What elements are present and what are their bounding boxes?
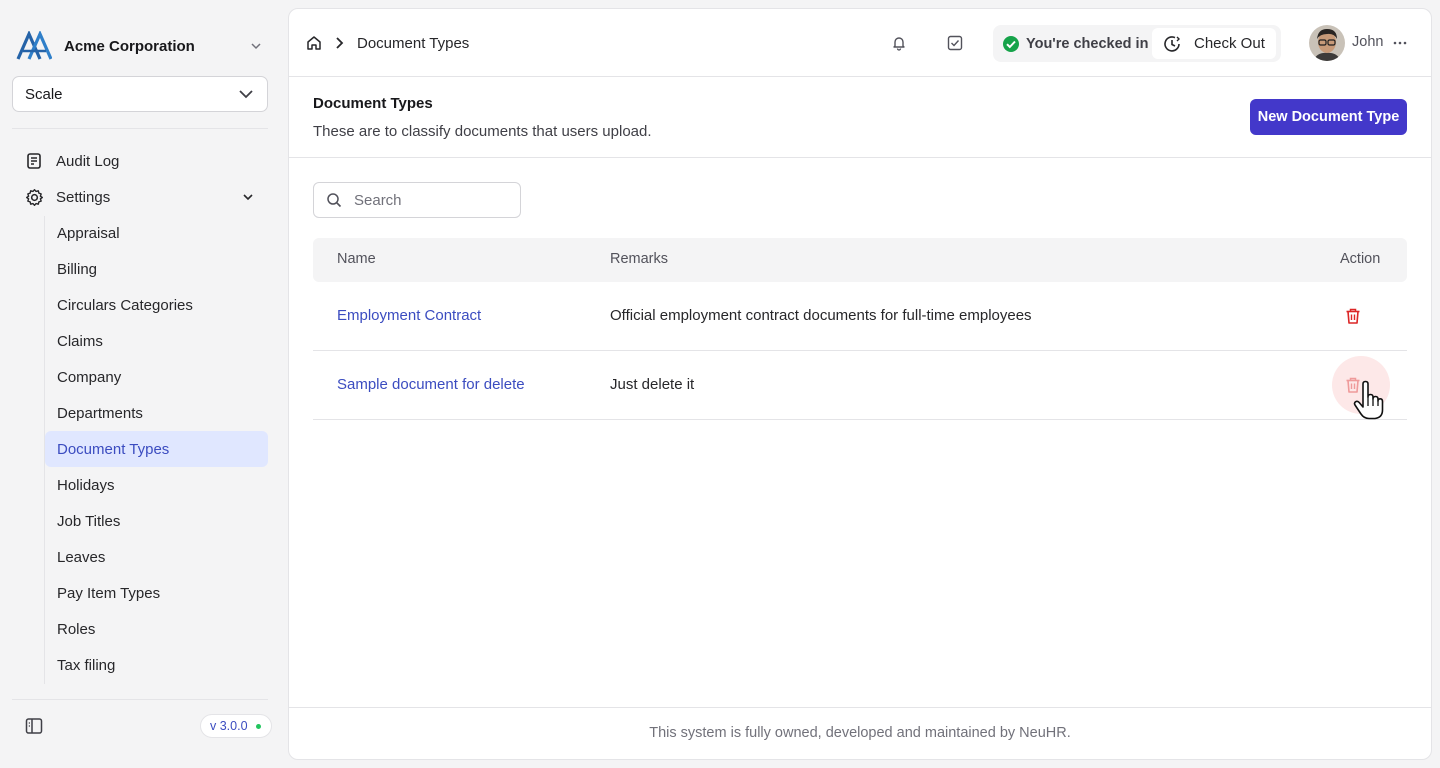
- home-icon[interactable]: [305, 34, 323, 52]
- sidebar-item-circulars-categories[interactable]: Circulars Categories: [45, 287, 268, 323]
- sidebar-divider: [12, 699, 268, 700]
- page-description: These are to classify documents that use…: [313, 123, 652, 140]
- sidebar-item-tax-filing[interactable]: Tax filing: [45, 647, 268, 683]
- sidebar-item-settings[interactable]: Settings: [12, 179, 268, 215]
- page-title: Document Types: [313, 95, 433, 112]
- chevron-down-icon: [243, 194, 253, 201]
- check-out-button[interactable]: Check Out: [1152, 28, 1276, 59]
- sidebar-item-departments[interactable]: Departments: [45, 395, 268, 431]
- check-circle-icon: [1003, 35, 1019, 52]
- version-badge: v 3.0.0: [200, 714, 272, 738]
- org-name: Acme Corporation: [64, 37, 195, 55]
- task-checkbox-icon[interactable]: [945, 33, 965, 53]
- sidebar-item-label: Audit Log: [56, 152, 120, 170]
- sidebar-item-holidays[interactable]: Holidays: [45, 467, 268, 503]
- trash-icon[interactable]: [1343, 306, 1363, 326]
- clock-icon: [1164, 35, 1180, 52]
- sidebar-item-document-types[interactable]: Document Types: [45, 431, 268, 467]
- document-type-remarks: Just delete it: [610, 376, 695, 393]
- org-switcher[interactable]: Acme Corporation: [16, 30, 268, 62]
- user-name[interactable]: John: [1352, 34, 1383, 50]
- gear-icon: [24, 187, 44, 207]
- sidebar-item-label: Settings: [56, 188, 111, 206]
- search-input[interactable]: [354, 191, 514, 209]
- column-header-remarks: Remarks: [610, 251, 669, 267]
- breadcrumb: Document Types: [305, 33, 469, 53]
- sidebar-item-roles[interactable]: Roles: [45, 611, 268, 647]
- sidebar-item-audit-log[interactable]: Audit Log: [12, 143, 268, 179]
- check-out-label: Check Out: [1194, 35, 1265, 52]
- sidebar-item-pay-item-types[interactable]: Pay Item Types: [45, 575, 268, 611]
- top-bar: Document Types You're checked in Check O…: [289, 9, 1431, 77]
- document-type-remarks: Official employment contract documents f…: [610, 307, 1032, 324]
- audit-log-icon: [24, 151, 44, 171]
- sidebar-item-company[interactable]: Company: [45, 359, 268, 395]
- checkin-status: You're checked in: [1026, 35, 1149, 52]
- table-header: Name Remarks Action: [313, 238, 1407, 282]
- status-dot: [255, 723, 261, 729]
- table-row: Employment Contract Official employment …: [313, 282, 1407, 351]
- document-types-table: Name Remarks Action Employment Contract …: [313, 238, 1407, 420]
- column-header-name: Name: [337, 251, 376, 267]
- bell-icon[interactable]: [889, 33, 909, 53]
- sidebar-item-billing[interactable]: Billing: [45, 251, 268, 287]
- checkin-widget: You're checked in Check Out: [993, 25, 1281, 62]
- scale-select[interactable]: Scale: [12, 76, 268, 112]
- footer-text: This system is fully owned, developed an…: [649, 725, 1071, 741]
- sidebar-item-claims[interactable]: Claims: [45, 323, 268, 359]
- document-type-name-link[interactable]: Sample document for delete: [337, 376, 525, 393]
- sidebar: Acme Corporation Scale Audit Log Setting…: [0, 0, 280, 768]
- sidebar-divider: [12, 128, 268, 129]
- chevron-down-icon: [239, 90, 253, 99]
- new-document-type-button[interactable]: New Document Type: [1250, 99, 1407, 135]
- trash-icon[interactable]: [1343, 375, 1363, 395]
- search-icon: [327, 193, 342, 208]
- acme-logo-icon: [16, 30, 52, 62]
- search-box[interactable]: [313, 182, 521, 218]
- sidebar-item-job-titles[interactable]: Job Titles: [45, 503, 268, 539]
- document-type-name-link[interactable]: Employment Contract: [337, 307, 481, 324]
- sidebar-collapse-icon[interactable]: [24, 716, 44, 736]
- main-panel: Document Types You're checked in Check O…: [288, 8, 1432, 760]
- version-label: v 3.0.0: [210, 719, 248, 733]
- page-header: Document Types These are to classify doc…: [289, 77, 1431, 158]
- breadcrumb-current: Document Types: [357, 34, 470, 52]
- chevron-down-icon: [251, 43, 261, 50]
- scale-select-value: Scale: [25, 85, 63, 103]
- column-header-action: Action: [1340, 251, 1381, 267]
- sidebar-item-leaves[interactable]: Leaves: [45, 539, 268, 575]
- chevron-right-icon: [336, 37, 344, 49]
- sidebar-item-appraisal[interactable]: Appraisal: [45, 215, 268, 251]
- avatar[interactable]: [1309, 25, 1345, 61]
- table-row: Sample document for delete Just delete i…: [313, 351, 1407, 420]
- footer: This system is fully owned, developed an…: [289, 707, 1431, 759]
- more-horizontal-icon[interactable]: [1391, 34, 1409, 52]
